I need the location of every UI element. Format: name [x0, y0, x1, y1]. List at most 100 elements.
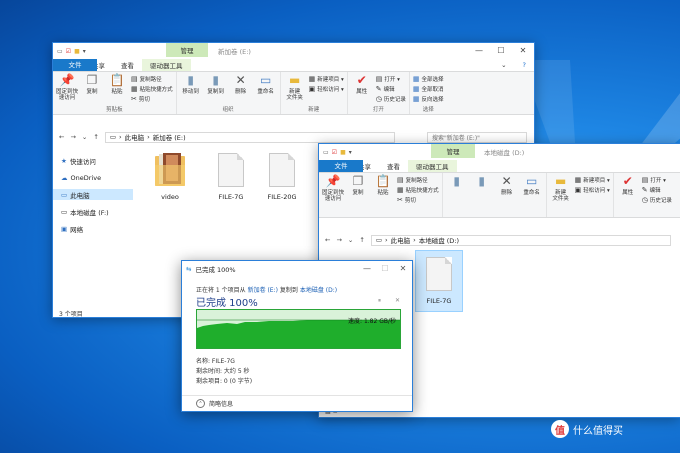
- back-arrow-icon[interactable]: ←: [325, 236, 330, 244]
- breadcrumb-drive[interactable]: 本地磁盘 (D:): [419, 235, 459, 245]
- minimize-button[interactable]: —: [358, 261, 376, 275]
- address-bar[interactable]: ▭ › 此电脑 › 新加卷 (E:): [104, 131, 395, 143]
- paste-button[interactable]: 📋 粘贴: [372, 175, 394, 208]
- up-arrow-icon[interactable]: ↑: [359, 236, 364, 244]
- maximize-button[interactable]: ☐: [490, 43, 512, 57]
- delete-button[interactable]: ✕ 删除: [230, 74, 252, 105]
- close-button[interactable]: ✕: [512, 43, 534, 57]
- properties-check-icon[interactable]: ☑: [66, 48, 71, 55]
- properties-button[interactable]: ✔ 属性: [351, 74, 373, 105]
- move-to-button[interactable]: ▮ 移动到: [180, 74, 202, 105]
- forward-arrow-icon[interactable]: →: [336, 236, 341, 244]
- paste-shortcut-button[interactable]: ▦ 粘贴快捷方式: [131, 85, 173, 93]
- rename-button[interactable]: ▭ 重命名: [521, 175, 543, 208]
- nav-item-this-pc[interactable]: ▭ 此电脑: [53, 189, 133, 200]
- new-item-button[interactable]: ▦ 新建项目 ▾: [309, 75, 344, 83]
- cut-button[interactable]: ✂ 剪切: [397, 196, 439, 204]
- new-item-button[interactable]: ▦ 新建项目 ▾: [575, 176, 610, 184]
- new-folder-button[interactable]: ▬ 新建 文件夹: [550, 175, 572, 208]
- recent-dropdown-icon[interactable]: ⌄: [82, 133, 87, 141]
- paste-shortcut-button[interactable]: ▦ 粘贴快捷方式: [397, 186, 439, 194]
- copy-to-button[interactable]: ▮ 复制到: [205, 74, 227, 105]
- nav-item-quick-access[interactable]: ★ 快速访问: [53, 155, 133, 166]
- history-button[interactable]: ◷ 历史记录: [376, 95, 406, 103]
- progress-heading: 已完成 100%: [196, 298, 258, 309]
- scissors-icon: ✂: [397, 195, 403, 204]
- file-item-file-20g[interactable]: FILE-20G: [260, 153, 304, 201]
- search-input[interactable]: 搜索"新加卷 (E:)": [427, 132, 527, 143]
- easy-access-icon: ▣: [308, 84, 316, 93]
- tab-drive-tools[interactable]: 驱动器工具: [142, 59, 191, 71]
- clipboard-icon: 📋: [109, 73, 125, 87]
- history-button[interactable]: ◷ 历史记录: [642, 196, 672, 204]
- fewer-details-toggle[interactable]: ⌃ 简略信息: [182, 395, 412, 411]
- breadcrumb-this-pc[interactable]: 此电脑: [125, 132, 145, 142]
- new-folder-button[interactable]: ▬ 新建 文件夹: [284, 74, 306, 105]
- copy-button[interactable]: ❐ 复制: [81, 74, 103, 105]
- copy-button[interactable]: ❐ 复制: [347, 175, 369, 208]
- destination-link[interactable]: 本地磁盘 (D:): [300, 287, 337, 294]
- pause-icon[interactable]: ⏸: [378, 297, 381, 305]
- select-small-buttons: ▦ 全部选择 ▦ 全部取消 ▦ 反向选择: [413, 74, 444, 105]
- tab-file[interactable]: 文件: [53, 59, 97, 71]
- cancel-icon[interactable]: ✕: [395, 297, 400, 305]
- delete-button[interactable]: ✕ 删除: [496, 175, 518, 208]
- properties-button[interactable]: ✔ 属性: [617, 175, 639, 208]
- easy-access-button[interactable]: ▣ 轻松访问 ▾: [309, 85, 344, 93]
- tab-view[interactable]: 查看: [379, 160, 408, 172]
- drive-icon: ▭: [323, 148, 329, 156]
- file-item-file-7g-selected[interactable]: FILE-7G: [415, 250, 463, 312]
- help-icon[interactable]: ?: [515, 59, 534, 71]
- nav-item-network[interactable]: ▣ 网络: [53, 223, 133, 234]
- open-button[interactable]: ▤ 打开 ▾: [642, 176, 672, 184]
- copy-path-button[interactable]: ▤ 复制路径: [131, 75, 173, 83]
- up-arrow-icon[interactable]: ↑: [93, 133, 98, 141]
- open-button[interactable]: ▤ 打开 ▾: [376, 75, 406, 83]
- path-icon: ▤: [397, 175, 404, 184]
- ribbon-expand-icon[interactable]: ⌄: [493, 59, 514, 71]
- invert-selection-button[interactable]: ▦ 反向选择: [413, 95, 444, 103]
- tab-file[interactable]: 文件: [319, 160, 363, 172]
- paste-button[interactable]: 📋 粘贴: [106, 74, 128, 105]
- copy-to-button[interactable]: ▮: [471, 175, 493, 208]
- cut-button[interactable]: ✂ 剪切: [131, 95, 173, 103]
- tab-drive-tools[interactable]: 驱动器工具: [408, 160, 457, 172]
- select-all-button[interactable]: ▦ 全部选择: [413, 75, 444, 83]
- dialog-title: ⇆ 已完成 100%: [186, 264, 236, 274]
- forward-arrow-icon[interactable]: →: [70, 133, 75, 141]
- file-icon: [269, 153, 295, 187]
- maximize-button[interactable]: ☐: [376, 261, 394, 275]
- edit-button[interactable]: ✎ 编辑: [376, 85, 406, 93]
- pin-quick-access-button[interactable]: 📌 固定到快速访问: [56, 74, 78, 105]
- open-small-buttons: ▤ 打开 ▾ ✎ 编辑 ◷ 历史记录: [642, 175, 672, 208]
- breadcrumb-separator: ›: [118, 133, 122, 141]
- breadcrumb-this-pc[interactable]: 此电脑: [391, 235, 411, 245]
- cloud-icon: ☁: [61, 173, 68, 182]
- file-item-file-7g[interactable]: FILE-7G: [209, 153, 253, 201]
- qat-dropdown-icon[interactable]: ▾: [349, 149, 352, 156]
- window-title: 本地磁盘 (D:): [484, 149, 525, 157]
- nav-item-onedrive[interactable]: ☁ OneDrive: [53, 172, 133, 183]
- edit-button[interactable]: ✎ 编辑: [642, 186, 672, 194]
- address-bar[interactable]: ▭ › 此电脑 › 本地磁盘 (D:): [370, 234, 671, 246]
- copy-path-button[interactable]: ▤ 复制路径: [397, 176, 439, 184]
- back-arrow-icon[interactable]: ←: [59, 133, 64, 141]
- move-to-button[interactable]: ▮: [446, 175, 468, 208]
- properties-check-icon[interactable]: ☑: [332, 149, 337, 156]
- recent-dropdown-icon[interactable]: ⌄: [348, 236, 353, 244]
- tab-view[interactable]: 查看: [113, 59, 142, 71]
- close-button[interactable]: ✕: [394, 261, 412, 275]
- easy-access-button[interactable]: ▣ 轻松访问 ▾: [575, 186, 610, 194]
- breadcrumb-drive[interactable]: 新加卷 (E:): [153, 132, 186, 142]
- folder-icon[interactable]: ■: [340, 149, 346, 156]
- nav-item-local-disk-f[interactable]: ▭ 本地磁盘 (F:): [53, 206, 133, 217]
- qat-dropdown-icon[interactable]: ▾: [83, 48, 86, 55]
- properties-icon: ✔: [622, 174, 633, 188]
- rename-button[interactable]: ▭ 重命名: [255, 74, 277, 105]
- source-link[interactable]: 新加卷 (E:): [248, 287, 278, 294]
- folder-icon[interactable]: ■: [74, 48, 80, 55]
- minimize-button[interactable]: —: [468, 43, 490, 57]
- file-item-video[interactable]: video: [148, 153, 192, 201]
- select-none-button[interactable]: ▦ 全部取消: [413, 85, 444, 93]
- pin-quick-access-button[interactable]: 📌 固定到快速访问: [322, 175, 344, 208]
